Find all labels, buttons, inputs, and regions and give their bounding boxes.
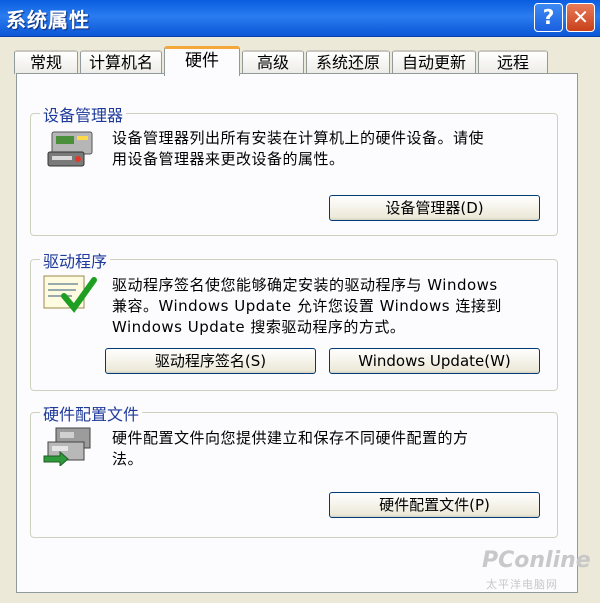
device-manager-button[interactable]: 设备管理器(D) xyxy=(329,195,540,221)
drivers-desc-line-2: 兼容。Windows Update 允许您设置 Windows 连接到 xyxy=(112,297,502,315)
help-button[interactable]: ? xyxy=(534,3,563,32)
drivers-group-title: 驱动程序 xyxy=(40,248,111,272)
drivers-desc-line-1: 驱动程序签名使您能够确定安装的驱动程序与 Windows xyxy=(112,276,498,294)
hardware-profiles-desc-line-1: 硬件配置文件向您提供建立和保存不同硬件配置的方 xyxy=(112,429,469,447)
tab-hardware[interactable]: 硬件 xyxy=(164,46,240,76)
driver-signing-icon xyxy=(43,275,97,313)
tab-advanced[interactable]: 高级 xyxy=(242,50,304,74)
windows-update-button[interactable]: Windows Update(W) xyxy=(329,348,540,374)
tab-remote[interactable]: 远程 xyxy=(478,50,548,74)
tab-system-restore[interactable]: 系统还原 xyxy=(306,50,390,74)
window-title: 系统属性 xyxy=(6,8,90,32)
hardware-profiles-button[interactable]: 硬件配置文件(P) xyxy=(329,492,540,518)
watermark-subtitle: 太平洋电脑网 xyxy=(486,578,558,591)
hardware-profiles-group-title: 硬件配置文件 xyxy=(40,401,143,425)
watermark-logo: PConline xyxy=(482,548,591,573)
tab-computer-name[interactable]: 计算机名 xyxy=(80,50,162,74)
device-manager-group-title: 设备管理器 xyxy=(40,102,127,126)
tab-strip: 常规 计算机名 硬件 高级 系统还原 自动更新 远程 xyxy=(0,46,600,76)
tab-automatic-updates[interactable]: 自动更新 xyxy=(392,50,476,74)
hardware-profiles-desc-line-2: 法。 xyxy=(112,450,144,468)
device-manager-desc-line-2: 用设备管理器来更改设备的属性。 xyxy=(112,150,345,168)
hardware-profile-icon xyxy=(43,427,91,466)
device-manager-icon xyxy=(47,131,93,167)
driver-signing-button[interactable]: 驱动程序签名(S) xyxy=(105,348,316,374)
tab-general[interactable]: 常规 xyxy=(14,50,78,74)
title-bar[interactable]: 系统属性 ? ✕ xyxy=(0,0,600,37)
device-manager-desc-line-1: 设备管理器列出所有安装在计算机上的硬件设备。请使 xyxy=(112,129,485,147)
drivers-desc-line-3: Windows Update 搜索驱动程序的方式。 xyxy=(112,318,406,336)
close-button[interactable]: ✕ xyxy=(566,3,595,32)
